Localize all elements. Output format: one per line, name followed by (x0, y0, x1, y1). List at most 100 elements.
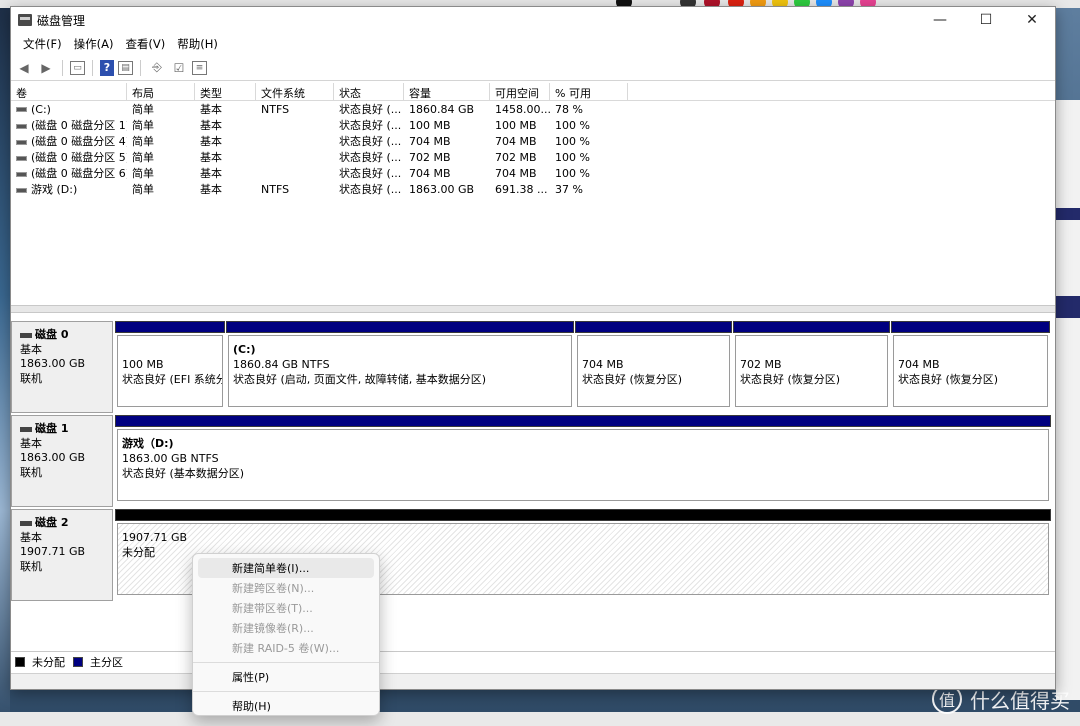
cell-free-space: 704 MB (495, 134, 537, 148)
partition-status: 状态良好 (恢复分区) (898, 373, 999, 386)
table-row[interactable]: (磁盘 0 磁盘分区 4) 简单 基本 状态良好 (... 704 MB 704 MB 10… (11, 133, 1055, 149)
disk-management-app-icon (18, 14, 32, 26)
volume-name: 游戏 (D:) (31, 183, 78, 196)
context-menu: 新建简单卷(I)... 新建跨区卷(N)... 新建带区卷(T)... 新建镜像… (192, 553, 380, 716)
table-row[interactable]: (磁盘 0 磁盘分区 1) 简单 基本 状态良好 (... 100 MB 100 MB 10… (11, 117, 1055, 133)
cell-status: 状态良好 (... (339, 103, 402, 116)
cell-type: 基本 (200, 183, 222, 196)
back-arrow-icon[interactable]: ◀ (15, 59, 33, 77)
disk-name: 磁盘 1 (35, 422, 69, 435)
partition-bar (575, 321, 732, 333)
volume-icon (16, 139, 27, 145)
disk-type: 基本 (20, 530, 42, 544)
volume-name: (磁盘 0 磁盘分区 1) (31, 119, 127, 132)
list-view-icon[interactable]: ≡ (192, 60, 207, 75)
toolbar-separator (140, 59, 141, 76)
cell-type: 基本 (200, 119, 222, 132)
cell-percent-free: 37 % (555, 182, 583, 196)
partition-title: 游戏（D:) (122, 437, 174, 450)
cell-capacity: 704 MB (409, 166, 451, 180)
volume-list: 卷 布局 类型 文件系统 状态 容量 可用空间 % 可用 (C:) 简单 基本 NTF… (11, 83, 1055, 305)
column-header-layout[interactable]: 布局 (127, 83, 195, 100)
table-row[interactable]: (磁盘 0 磁盘分区 5) 简单 基本 状态良好 (... 702 MB 702 MB 10… (11, 149, 1055, 165)
cell-capacity: 1860.84 GB (409, 102, 475, 116)
menu-item-new-mirrored-volume: 新建镜像卷(R)... (232, 622, 314, 635)
disk-size: 1863.00 GB (20, 451, 86, 464)
forward-arrow-icon[interactable]: ▶ (37, 59, 55, 77)
column-header-percent-free[interactable]: % 可用 (550, 83, 628, 100)
partition-status: 状态良好 (启动, 页面文件, 故障转储, 基本数据分区) (233, 373, 487, 386)
cell-free-space: 100 MB (495, 118, 537, 132)
pane-splitter[interactable] (11, 305, 1055, 313)
cell-volume: (磁盘 0 磁盘分区 1) (11, 117, 127, 133)
title-bar[interactable]: 磁盘管理 — ☐ ✕ (11, 7, 1055, 33)
cell-capacity: 1863.00 GB (409, 182, 475, 196)
partition[interactable]: 100 MB 状态良好 (EFI 系统分 (115, 321, 225, 407)
disk-label[interactable]: 磁盘 0 基本 1863.00 GB 联机 (11, 321, 113, 413)
table-row[interactable]: (C:) 简单 基本 NTFS 状态良好 (... 1860.84 GB 1458.00..… (11, 101, 1055, 117)
maximize-button[interactable]: ☐ (963, 7, 1009, 33)
cell-filesystem: NTFS (261, 182, 290, 196)
partition-status: 状态良好 (EFI 系统分 (122, 373, 223, 386)
disk-status: 联机 (20, 465, 42, 479)
close-button[interactable]: ✕ (1009, 7, 1055, 33)
partition-size: 704 MB (898, 358, 940, 371)
column-header-status[interactable]: 状态 (334, 83, 404, 100)
partition-bar (733, 321, 890, 333)
connect-icon[interactable]: ⎆ (148, 59, 166, 77)
partition-bar (226, 321, 574, 333)
disk-icon (20, 332, 32, 338)
cell-free-space: 1458.00... (495, 102, 550, 116)
partition-body: 100 MB 状态良好 (EFI 系统分 (117, 335, 223, 407)
menu-file[interactable]: 文件(F) (17, 36, 68, 52)
help-icon[interactable]: ? (100, 59, 114, 76)
cell-layout: 简单 (132, 135, 154, 148)
column-header-capacity[interactable]: 容量 (404, 83, 490, 100)
partition[interactable]: 704 MB 状态良好 (恢复分区) (575, 321, 732, 407)
menu-bar: 文件(F) 操作(A) 查看(V) 帮助(H) (11, 33, 1055, 55)
checklist-icon[interactable]: ☑ (170, 59, 188, 77)
disk-partitions: 100 MB 状态良好 (EFI 系统分 (C:) 1860.84 GB NTF… (115, 321, 1051, 413)
menu-action[interactable]: 操作(A) (68, 36, 120, 52)
menu-item-new-simple-volume[interactable]: 新建简单卷(I)... (198, 558, 374, 578)
partition[interactable]: 702 MB 状态良好 (恢复分区) (733, 321, 890, 407)
table-row[interactable]: (磁盘 0 磁盘分区 6) 简单 基本 状态良好 (... 704 MB 704 MB 10… (11, 165, 1055, 181)
partition-size: 1907.71 GB (122, 531, 188, 544)
cell-status: 状态良好 (... (339, 167, 402, 180)
column-header-filesystem[interactable]: 文件系统 (256, 83, 334, 100)
menu-help[interactable]: 帮助(H) (171, 36, 224, 52)
cell-status: 状态良好 (... (339, 183, 402, 196)
partition[interactable]: 游戏（D:) 1863.00 GB NTFS 状态良好 (基本数据分区) (115, 415, 1051, 501)
disk-label[interactable]: 磁盘 2 基本 1907.71 GB 联机 (11, 509, 113, 601)
partition[interactable]: 704 MB 状态良好 (恢复分区) (891, 321, 1050, 407)
column-header-free-space[interactable]: 可用空间 (490, 83, 550, 100)
cell-type: 基本 (200, 167, 222, 180)
menu-item-new-raid5-volume: 新建 RAID-5 卷(W)... (232, 642, 340, 655)
window-title: 磁盘管理 (37, 13, 86, 28)
menu-view[interactable]: 查看(V) (119, 36, 171, 52)
cell-free-space: 702 MB (495, 150, 537, 164)
partition-size: 1860.84 GB NTFS (233, 358, 330, 371)
cell-capacity: 704 MB (409, 134, 451, 148)
disk-icon (20, 520, 32, 526)
disk-size: 1863.00 GB (20, 357, 86, 370)
partition-size: 100 MB (122, 358, 164, 371)
legend-swatch-primary (73, 656, 83, 667)
properties-icon[interactable]: ▤ (118, 60, 133, 75)
column-header-volume[interactable]: 卷 (11, 83, 127, 100)
partition[interactable]: (C:) 1860.84 GB NTFS 状态良好 (启动, 页面文件, 故障转… (226, 321, 574, 407)
disk-label[interactable]: 磁盘 1 基本 1863.00 GB 联机 (11, 415, 113, 507)
volume-icon (16, 123, 27, 129)
menu-item-help[interactable]: 帮助(H) (198, 696, 374, 716)
partition-body: (C:) 1860.84 GB NTFS 状态良好 (启动, 页面文件, 故障转… (228, 335, 572, 407)
partition-body: 704 MB 状态良好 (恢复分区) (893, 335, 1048, 407)
table-row[interactable]: 游戏 (D:) 简单 基本 NTFS 状态良好 (... 1863.00 GB 691.38… (11, 181, 1055, 197)
column-header-type[interactable]: 类型 (195, 83, 256, 100)
volume-icon (16, 187, 27, 193)
console-tree-icon[interactable]: ▭ (70, 60, 85, 75)
background-right-window (1056, 100, 1080, 700)
menu-item-new-spanned-volume: 新建跨区卷(N)... (232, 582, 315, 595)
minimize-button[interactable]: — (917, 7, 963, 33)
menu-item-properties[interactable]: 属性(P) (198, 667, 374, 687)
disk-status: 联机 (20, 371, 42, 385)
